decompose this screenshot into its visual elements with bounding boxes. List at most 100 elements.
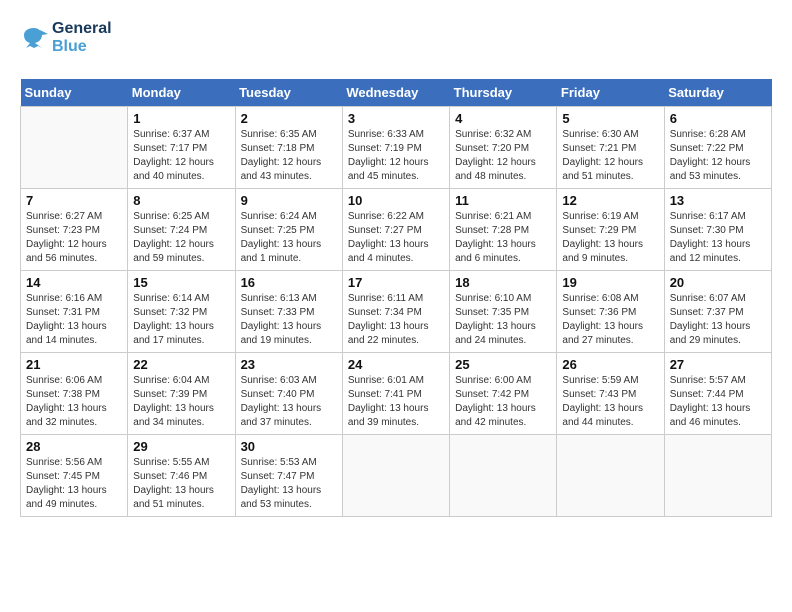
day-number: 30 bbox=[241, 439, 337, 454]
day-number: 25 bbox=[455, 357, 551, 372]
day-info: Sunrise: 6:22 AMSunset: 7:27 PMDaylight:… bbox=[348, 210, 444, 266]
day-number: 19 bbox=[562, 275, 658, 290]
weekday-header-sunday: Sunday bbox=[21, 79, 128, 107]
calendar-cell: 28 Sunrise: 5:56 AMSunset: 7:45 PMDayligh… bbox=[21, 435, 128, 517]
weekday-header-saturday: Saturday bbox=[664, 79, 771, 107]
day-number: 20 bbox=[670, 275, 766, 290]
calendar-week-row: 21 Sunrise: 6:06 AMSunset: 7:38 PMDayligh… bbox=[21, 353, 772, 435]
day-number: 27 bbox=[670, 357, 766, 372]
day-number: 29 bbox=[133, 439, 229, 454]
calendar-cell: 16 Sunrise: 6:13 AMSunset: 7:33 PMDayligh… bbox=[235, 271, 342, 353]
day-info: Sunrise: 6:21 AMSunset: 7:28 PMDaylight:… bbox=[455, 210, 551, 266]
calendar-cell: 23 Sunrise: 6:03 AMSunset: 7:40 PMDayligh… bbox=[235, 353, 342, 435]
day-number: 21 bbox=[26, 357, 122, 372]
day-info: Sunrise: 6:24 AMSunset: 7:25 PMDaylight:… bbox=[241, 210, 337, 266]
calendar-cell: 27 Sunrise: 5:57 AMSunset: 7:44 PMDayligh… bbox=[664, 353, 771, 435]
day-number: 6 bbox=[670, 111, 766, 126]
day-number: 4 bbox=[455, 111, 551, 126]
calendar-cell: 22 Sunrise: 6:04 AMSunset: 7:39 PMDayligh… bbox=[128, 353, 235, 435]
calendar-week-row: 28 Sunrise: 5:56 AMSunset: 7:45 PMDayligh… bbox=[21, 435, 772, 517]
calendar-cell: 4 Sunrise: 6:32 AMSunset: 7:20 PMDaylight… bbox=[450, 107, 557, 189]
calendar-cell bbox=[450, 435, 557, 517]
calendar-cell bbox=[342, 435, 449, 517]
weekday-header-monday: Monday bbox=[128, 79, 235, 107]
day-info: Sunrise: 5:59 AMSunset: 7:43 PMDaylight:… bbox=[562, 374, 658, 430]
day-info: Sunrise: 6:11 AMSunset: 7:34 PMDaylight:… bbox=[348, 292, 444, 348]
weekday-header-friday: Friday bbox=[557, 79, 664, 107]
weekday-header-tuesday: Tuesday bbox=[235, 79, 342, 107]
day-info: Sunrise: 5:56 AMSunset: 7:45 PMDaylight:… bbox=[26, 456, 122, 512]
calendar-cell: 15 Sunrise: 6:14 AMSunset: 7:32 PMDayligh… bbox=[128, 271, 235, 353]
logo-bird-icon bbox=[20, 24, 48, 52]
calendar-cell bbox=[21, 107, 128, 189]
calendar-cell: 3 Sunrise: 6:33 AMSunset: 7:19 PMDaylight… bbox=[342, 107, 449, 189]
day-number: 5 bbox=[562, 111, 658, 126]
day-number: 1 bbox=[133, 111, 229, 126]
calendar-cell: 6 Sunrise: 6:28 AMSunset: 7:22 PMDaylight… bbox=[664, 107, 771, 189]
calendar-cell: 11 Sunrise: 6:21 AMSunset: 7:28 PMDayligh… bbox=[450, 189, 557, 271]
day-number: 10 bbox=[348, 193, 444, 208]
calendar-week-row: 14Sunrise: 6:16 AMSunset: 7:31 PMDayligh… bbox=[21, 271, 772, 353]
weekday-header-row: SundayMondayTuesdayWednesdayThursdayFrid… bbox=[21, 79, 772, 107]
calendar-cell: 20 Sunrise: 6:07 AMSunset: 7:37 PMDayligh… bbox=[664, 271, 771, 353]
day-number: 9 bbox=[241, 193, 337, 208]
day-info: Sunrise: 6:13 AMSunset: 7:33 PMDaylight:… bbox=[241, 292, 337, 348]
logo: General Blue bbox=[20, 20, 112, 55]
weekday-header-wednesday: Wednesday bbox=[342, 79, 449, 107]
calendar-cell: 8Sunrise: 6:25 AMSunset: 7:24 PMDaylight… bbox=[128, 189, 235, 271]
day-number: 3 bbox=[348, 111, 444, 126]
day-info: Sunrise: 6:14 AMSunset: 7:32 PMDaylight:… bbox=[133, 292, 229, 348]
calendar-week-row: 7Sunrise: 6:27 AMSunset: 7:23 PMDaylight… bbox=[21, 189, 772, 271]
calendar-cell: 21 Sunrise: 6:06 AMSunset: 7:38 PMDayligh… bbox=[21, 353, 128, 435]
day-number: 24 bbox=[348, 357, 444, 372]
day-info: Sunrise: 6:10 AMSunset: 7:35 PMDaylight:… bbox=[455, 292, 551, 348]
calendar-table: SundayMondayTuesdayWednesdayThursdayFrid… bbox=[20, 79, 772, 517]
day-number: 15 bbox=[133, 275, 229, 290]
calendar-cell: 24 Sunrise: 6:01 AMSunset: 7:41 PMDayligh… bbox=[342, 353, 449, 435]
calendar-cell: 1 Sunrise: 6:37 AMSunset: 7:17 PMDaylight… bbox=[128, 107, 235, 189]
day-info: Sunrise: 6:25 AMSunset: 7:24 PMDaylight:… bbox=[133, 210, 229, 266]
day-number: 11 bbox=[455, 193, 551, 208]
day-info: Sunrise: 5:57 AMSunset: 7:44 PMDaylight:… bbox=[670, 374, 766, 430]
calendar-cell: 12Sunrise: 6:19 AMSunset: 7:29 PMDayligh… bbox=[557, 189, 664, 271]
day-info: Sunrise: 6:37 AMSunset: 7:17 PMDaylight:… bbox=[133, 128, 229, 184]
day-info: Sunrise: 6:06 AMSunset: 7:38 PMDaylight:… bbox=[26, 374, 122, 430]
day-number: 12 bbox=[562, 193, 658, 208]
day-number: 2 bbox=[241, 111, 337, 126]
page-header: General Blue bbox=[20, 20, 772, 63]
day-number: 18 bbox=[455, 275, 551, 290]
day-number: 23 bbox=[241, 357, 337, 372]
day-number: 28 bbox=[26, 439, 122, 454]
day-info: Sunrise: 6:04 AMSunset: 7:39 PMDaylight:… bbox=[133, 374, 229, 430]
calendar-cell bbox=[557, 435, 664, 517]
calendar-cell: 30Sunrise: 5:53 AMSunset: 7:47 PMDayligh… bbox=[235, 435, 342, 517]
calendar-cell: 17 Sunrise: 6:11 AMSunset: 7:34 PMDayligh… bbox=[342, 271, 449, 353]
calendar-cell: 29Sunrise: 5:55 AMSunset: 7:46 PMDayligh… bbox=[128, 435, 235, 517]
day-number: 22 bbox=[133, 357, 229, 372]
weekday-header-thursday: Thursday bbox=[450, 79, 557, 107]
day-info: Sunrise: 6:32 AMSunset: 7:20 PMDaylight:… bbox=[455, 128, 551, 184]
day-info: Sunrise: 6:30 AMSunset: 7:21 PMDaylight:… bbox=[562, 128, 658, 184]
calendar-cell: 19 Sunrise: 6:08 AMSunset: 7:36 PMDayligh… bbox=[557, 271, 664, 353]
day-number: 16 bbox=[241, 275, 337, 290]
day-info: Sunrise: 6:07 AMSunset: 7:37 PMDaylight:… bbox=[670, 292, 766, 348]
calendar-cell: 2 Sunrise: 6:35 AMSunset: 7:18 PMDaylight… bbox=[235, 107, 342, 189]
logo-general-text: General bbox=[52, 20, 112, 38]
day-number: 13 bbox=[670, 193, 766, 208]
calendar-cell: 13Sunrise: 6:17 AMSunset: 7:30 PMDayligh… bbox=[664, 189, 771, 271]
day-info: Sunrise: 6:28 AMSunset: 7:22 PMDaylight:… bbox=[670, 128, 766, 184]
day-number: 17 bbox=[348, 275, 444, 290]
calendar-cell: 18 Sunrise: 6:10 AMSunset: 7:35 PMDayligh… bbox=[450, 271, 557, 353]
day-number: 7 bbox=[26, 193, 122, 208]
day-info: Sunrise: 6:01 AMSunset: 7:41 PMDaylight:… bbox=[348, 374, 444, 430]
day-info: Sunrise: 6:35 AMSunset: 7:18 PMDaylight:… bbox=[241, 128, 337, 184]
calendar-cell: 26Sunrise: 5:59 AMSunset: 7:43 PMDayligh… bbox=[557, 353, 664, 435]
logo-blue-text: Blue bbox=[52, 38, 112, 56]
calendar-cell: 14Sunrise: 6:16 AMSunset: 7:31 PMDayligh… bbox=[21, 271, 128, 353]
logo-text-block: General Blue bbox=[52, 20, 112, 55]
calendar-cell: 7Sunrise: 6:27 AMSunset: 7:23 PMDaylight… bbox=[21, 189, 128, 271]
calendar-cell: 5 Sunrise: 6:30 AMSunset: 7:21 PMDaylight… bbox=[557, 107, 664, 189]
day-info: Sunrise: 6:33 AMSunset: 7:19 PMDaylight:… bbox=[348, 128, 444, 184]
day-info: Sunrise: 6:03 AMSunset: 7:40 PMDaylight:… bbox=[241, 374, 337, 430]
day-info: Sunrise: 6:08 AMSunset: 7:36 PMDaylight:… bbox=[562, 292, 658, 348]
